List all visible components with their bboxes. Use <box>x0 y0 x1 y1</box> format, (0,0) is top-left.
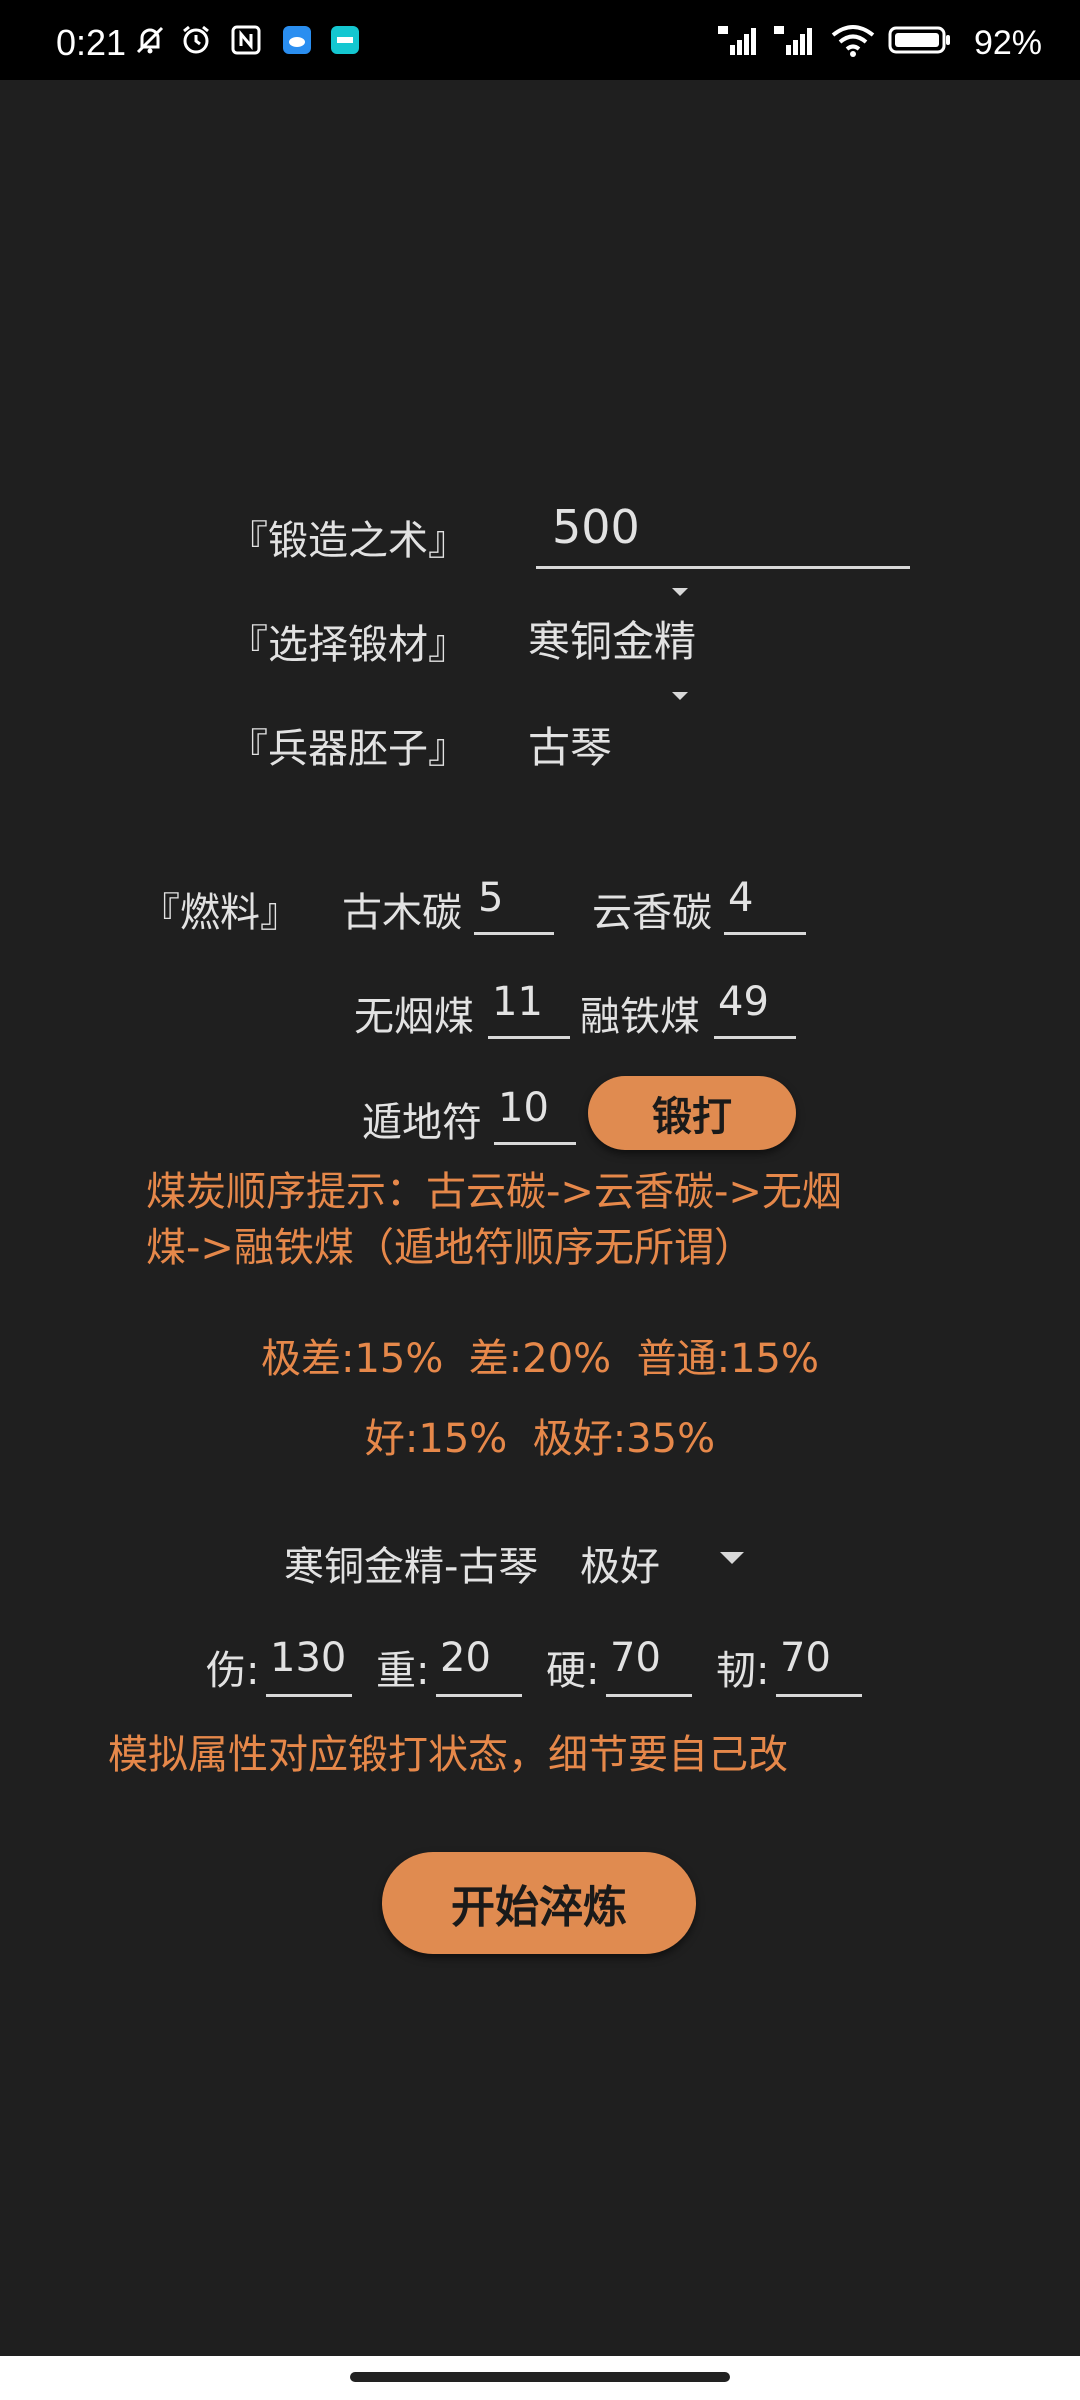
blank-select[interactable]: 古琴 <box>528 714 612 775</box>
stat-label-toughness: 韧: <box>716 1648 770 1694</box>
coal-order-hint-line2: 煤->融铁煤（遁地符顺序无所谓） <box>146 1225 754 1271</box>
status-bar: 0:21 92% <box>0 0 1080 80</box>
fuel-input-1[interactable]: 4 <box>724 870 806 935</box>
signal-hd-1-icon <box>716 22 762 58</box>
fuel-name-1: 云香碳 <box>592 890 712 936</box>
material-label: 『选择锻材』 <box>228 622 468 668</box>
stat-label-damage: 伤: <box>206 1648 260 1694</box>
forge-skill-value: 500 <box>552 500 640 554</box>
stat-input-hardness[interactable]: 70 <box>606 1628 692 1697</box>
fuel-label: 『燃料』 <box>140 890 300 936</box>
material-select[interactable]: 寒铜金精 <box>528 608 696 669</box>
probability-line-1: 极差:15% 差:20% 普通:15% <box>260 1336 819 1382</box>
probability-line-2: 好:15% 极好:35% <box>364 1416 716 1462</box>
result-name: 寒铜金精-古琴 <box>284 1544 539 1590</box>
quality-select[interactable]: 极好 <box>580 1534 660 1592</box>
forge-skill-input[interactable]: 500 <box>536 498 910 569</box>
blank-caret-icon <box>672 692 688 700</box>
wifi-icon <box>830 22 876 58</box>
stat-label-weight: 重: <box>376 1648 430 1694</box>
fuel-input-4[interactable]: 10 <box>494 1080 576 1145</box>
battery-icon <box>888 22 952 58</box>
stat-input-weight[interactable]: 20 <box>436 1628 522 1697</box>
cloud-app-icon <box>280 22 314 58</box>
alarm-icon <box>178 22 214 58</box>
forge-button[interactable]: 锻打 <box>588 1076 796 1150</box>
fuel-input-2[interactable]: 11 <box>488 974 570 1039</box>
blank-label: 『兵器胚子』 <box>228 726 468 772</box>
fuel-input-3[interactable]: 49 <box>714 974 796 1039</box>
coal-order-hint-line1: 煤炭顺序提示：古云碳->云香碳->无烟 <box>146 1169 842 1215</box>
fuel-name-2: 无烟煤 <box>354 994 474 1040</box>
stat-input-toughness[interactable]: 70 <box>776 1628 862 1697</box>
tap-app-icon <box>328 22 362 58</box>
signal-hd-2-icon <box>772 22 818 58</box>
stat-label-hardness: 硬: <box>546 1648 600 1694</box>
stat-input-damage[interactable]: 130 <box>266 1628 352 1697</box>
quality-dropdown-icon[interactable] <box>720 1552 744 1564</box>
fuel-name-3: 融铁煤 <box>580 994 700 1040</box>
nfc-icon <box>228 22 264 58</box>
fuel-name-4: 遁地符 <box>362 1100 482 1146</box>
mute-bell-icon <box>132 22 168 58</box>
material-caret-icon <box>672 588 688 596</box>
status-time: 0:21 <box>56 22 127 63</box>
fuel-name-0: 古木碳 <box>342 890 462 936</box>
battery-percent: 92% <box>973 24 1042 62</box>
fuel-input-0[interactable]: 5 <box>474 870 554 935</box>
start-quench-button[interactable]: 开始淬炼 <box>382 1852 696 1954</box>
home-gesture-handle[interactable] <box>350 2372 730 2382</box>
simulation-note: 模拟属性对应锻打状态，细节要自己改 <box>108 1732 788 1778</box>
forge-skill-label: 『锻造之术』 <box>228 518 468 564</box>
coal-order-hint: 煤炭顺序提示：古云碳->云香碳->无烟 煤->融铁煤（遁地符顺序无所谓） <box>146 1164 906 1276</box>
